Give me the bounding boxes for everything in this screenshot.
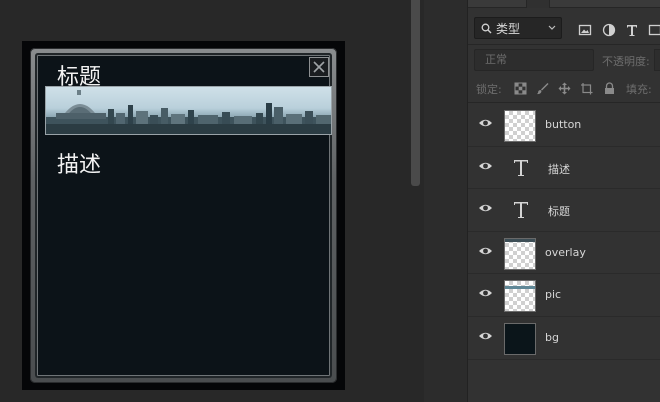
opacity-label: 不透明度: <box>602 55 650 68</box>
layer-name: bg <box>545 330 559 344</box>
card-frame: 标题 描述 <box>30 48 337 383</box>
fill-label: 填充: <box>626 83 652 96</box>
layer-row-button[interactable]: button <box>468 104 660 147</box>
document-canvas[interactable]: 标题 描述 <box>0 0 408 402</box>
layer-row-bg[interactable]: bg <box>468 316 660 360</box>
panel-tab[interactable] <box>526 0 550 8</box>
card-picture <box>45 86 332 135</box>
lock-row: 锁定: 填充: <box>468 75 660 103</box>
canvas-scrollbar[interactable] <box>408 0 424 402</box>
lock-icon[interactable] <box>603 82 616 95</box>
close-icon <box>313 61 325 73</box>
card-body: 标题 描述 <box>35 53 332 378</box>
eye-icon[interactable] <box>478 331 493 341</box>
opacity-input[interactable] <box>654 49 660 71</box>
scrollbar-thumb[interactable] <box>411 0 420 186</box>
layer-row-description[interactable]: 描述 <box>468 146 660 190</box>
eye-icon[interactable] <box>478 203 493 213</box>
layer-thumbnail <box>504 322 536 355</box>
overlay-thumb-bar <box>505 238 535 242</box>
layer-name: pic <box>545 288 562 302</box>
layer-name: overlay <box>545 245 586 259</box>
lock-label: 锁定: <box>476 83 502 96</box>
eye-icon[interactable] <box>478 288 493 298</box>
pic-thumb-bar <box>505 286 535 290</box>
eye-icon[interactable] <box>478 161 493 171</box>
chevron-down-icon <box>548 25 556 30</box>
artboard-lock-icon[interactable] <box>580 82 593 95</box>
transparency-lock-icon[interactable] <box>514 82 527 95</box>
card-description: 描述 <box>57 153 102 178</box>
text-filter-icon[interactable] <box>625 23 639 37</box>
search-icon <box>481 23 492 33</box>
filter-type-label: 类型 <box>496 21 521 36</box>
layer-row-title[interactable]: 标题 <box>468 189 660 232</box>
adjustment-filter-icon[interactable] <box>602 23 616 37</box>
layer-name: 标题 <box>548 205 570 219</box>
move-lock-icon[interactable] <box>558 82 571 95</box>
eye-icon[interactable] <box>478 118 493 128</box>
layer-filter-row: 类型 <box>468 9 660 45</box>
filter-type-select[interactable]: 类型 <box>474 17 562 39</box>
blend-mode-select[interactable]: 正常 <box>474 49 594 71</box>
layer-row-overlay[interactable]: overlay <box>468 231 660 275</box>
document-artboard[interactable]: 标题 描述 <box>22 41 345 390</box>
layer-name: button <box>545 118 582 131</box>
layer-thumbnail <box>504 280 536 313</box>
shape-filter-icon[interactable] <box>648 23 660 37</box>
layer-list: button 描述 标题 overlay pic bg <box>468 104 660 360</box>
brush-lock-icon[interactable] <box>536 82 549 95</box>
city-skyline-image <box>46 90 331 134</box>
eye-icon[interactable] <box>478 246 493 256</box>
panel-tab-strip <box>468 0 660 8</box>
layer-name: 描述 <box>548 162 570 176</box>
panel-gutter <box>424 0 467 402</box>
blend-row: 正常 不透明度: <box>468 46 660 74</box>
close-button[interactable] <box>309 57 329 77</box>
layer-row-pic[interactable]: pic <box>468 274 660 317</box>
image-filter-icon[interactable] <box>578 23 592 37</box>
layers-panel: 类型 正常 不透明度: 锁定: 填充: button 描述 标题 overlay… <box>467 0 660 402</box>
layer-thumbnail <box>504 237 536 270</box>
text-layer-icon <box>514 202 528 219</box>
text-layer-icon <box>514 159 528 176</box>
layer-thumbnail <box>504 110 536 142</box>
